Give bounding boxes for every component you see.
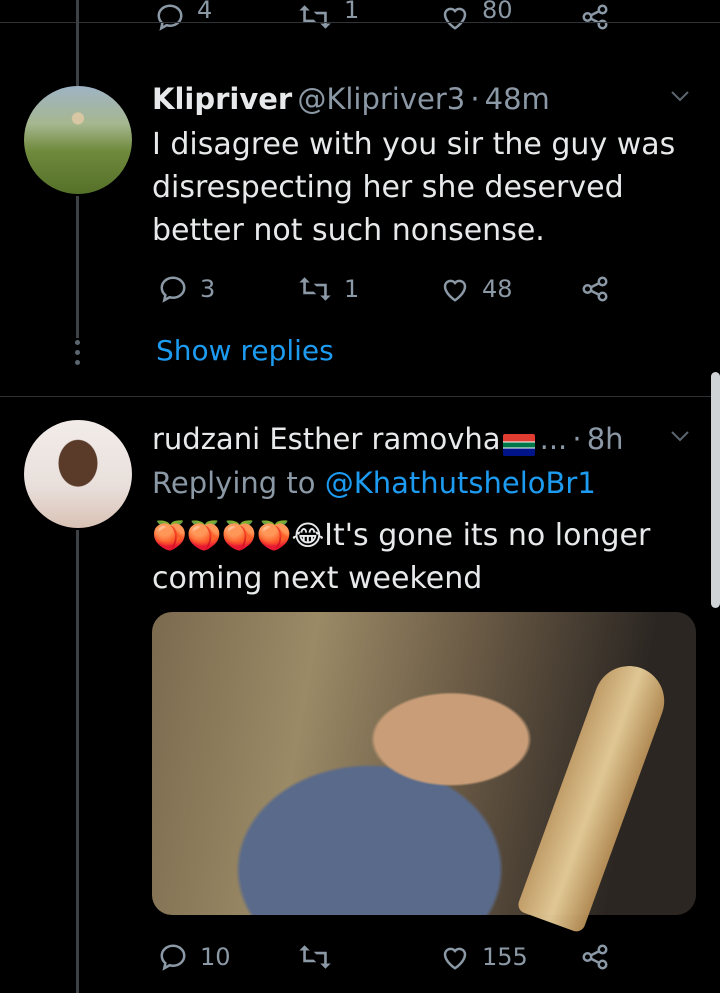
like-count-top: 80 — [482, 0, 513, 24]
like-action[interactable]: 48 — [440, 274, 513, 304]
reply-count: 3 — [200, 275, 216, 303]
avatar-klipriver[interactable] — [24, 86, 132, 194]
thread-dots — [75, 340, 80, 365]
replying-to: Replying to @KhathutsheloBr1 — [152, 466, 596, 500]
replying-prefix: Replying to — [152, 466, 316, 500]
peach-laugh-emojis: 🍑🍑🍑🍑😂 — [152, 519, 325, 552]
display-name[interactable]: rudzani Esther ramovha — [152, 422, 501, 456]
heart-icon — [443, 7, 467, 30]
tweet1-text: I disagree with you sir the guy was disr… — [152, 127, 676, 248]
tweet2-header: rudzani Esther ramovha ... · 8h — [152, 422, 624, 456]
timestamp[interactable]: 8h — [587, 422, 624, 456]
tweet2-more[interactable] — [666, 424, 694, 454]
share-icon — [582, 276, 608, 302]
heart-icon — [443, 947, 467, 970]
like-count: 48 — [482, 275, 513, 303]
share-action-top[interactable] — [580, 2, 610, 32]
avatar-rudzani[interactable] — [24, 420, 132, 528]
share-icon — [582, 4, 608, 30]
top-divider — [0, 22, 720, 23]
reply-icon — [157, 4, 183, 31]
reply-icon — [160, 944, 186, 971]
retweet-action-top[interactable]: 1 — [298, 0, 360, 32]
dot-separator: · — [470, 82, 480, 116]
thread-line-2 — [76, 530, 79, 993]
retweet-action[interactable]: 1 — [298, 274, 359, 304]
retweet-action[interactable] — [298, 942, 344, 972]
replying-handle-link[interactable]: @KhathutsheloBr1 — [325, 466, 596, 500]
thread-line-1b — [76, 196, 79, 338]
display-name[interactable]: Klipriver — [152, 82, 292, 116]
share-action[interactable] — [580, 274, 610, 304]
timestamp[interactable]: 48m — [485, 82, 550, 116]
show-replies-link[interactable]: Show replies — [156, 334, 334, 367]
heart-icon — [443, 279, 467, 302]
retweet-icon — [299, 277, 331, 301]
tweet2-text: 🍑🍑🍑🍑😂It's gone its no longer coming next… — [152, 514, 692, 600]
reply-icon — [160, 276, 186, 303]
like-action[interactable]: 155 — [440, 942, 528, 972]
reply-action[interactable]: 3 — [158, 274, 215, 304]
share-action[interactable] — [580, 942, 610, 972]
like-action-top[interactable]: 80 — [440, 0, 513, 32]
chevron-down-icon — [671, 91, 689, 102]
reply-count-top: 4 — [197, 0, 213, 24]
scrollbar-thumb[interactable] — [711, 372, 720, 608]
chevron-down-icon — [671, 431, 689, 442]
name-ellipsis: ... — [539, 422, 568, 456]
reply-action-top[interactable]: 4 — [155, 0, 213, 32]
tweet-divider — [0, 396, 720, 397]
tweet1-more[interactable] — [666, 84, 694, 114]
retweet-icon — [299, 5, 331, 29]
share-icon — [582, 944, 608, 970]
retweet-icon — [299, 945, 331, 969]
like-count: 155 — [482, 943, 528, 971]
retweet-count: 1 — [344, 275, 360, 303]
south-africa-flag-icon — [502, 433, 535, 456]
dot-separator: · — [572, 422, 582, 456]
reply-count: 10 — [200, 943, 231, 971]
user-handle[interactable]: @Klipriver3 — [297, 82, 465, 116]
thread-line-1a — [76, 22, 79, 86]
reply-action[interactable]: 10 — [158, 942, 231, 972]
tweet1-header: Klipriver @Klipriver3 · 48m — [152, 82, 550, 116]
retweet-count-top: 1 — [344, 0, 360, 24]
